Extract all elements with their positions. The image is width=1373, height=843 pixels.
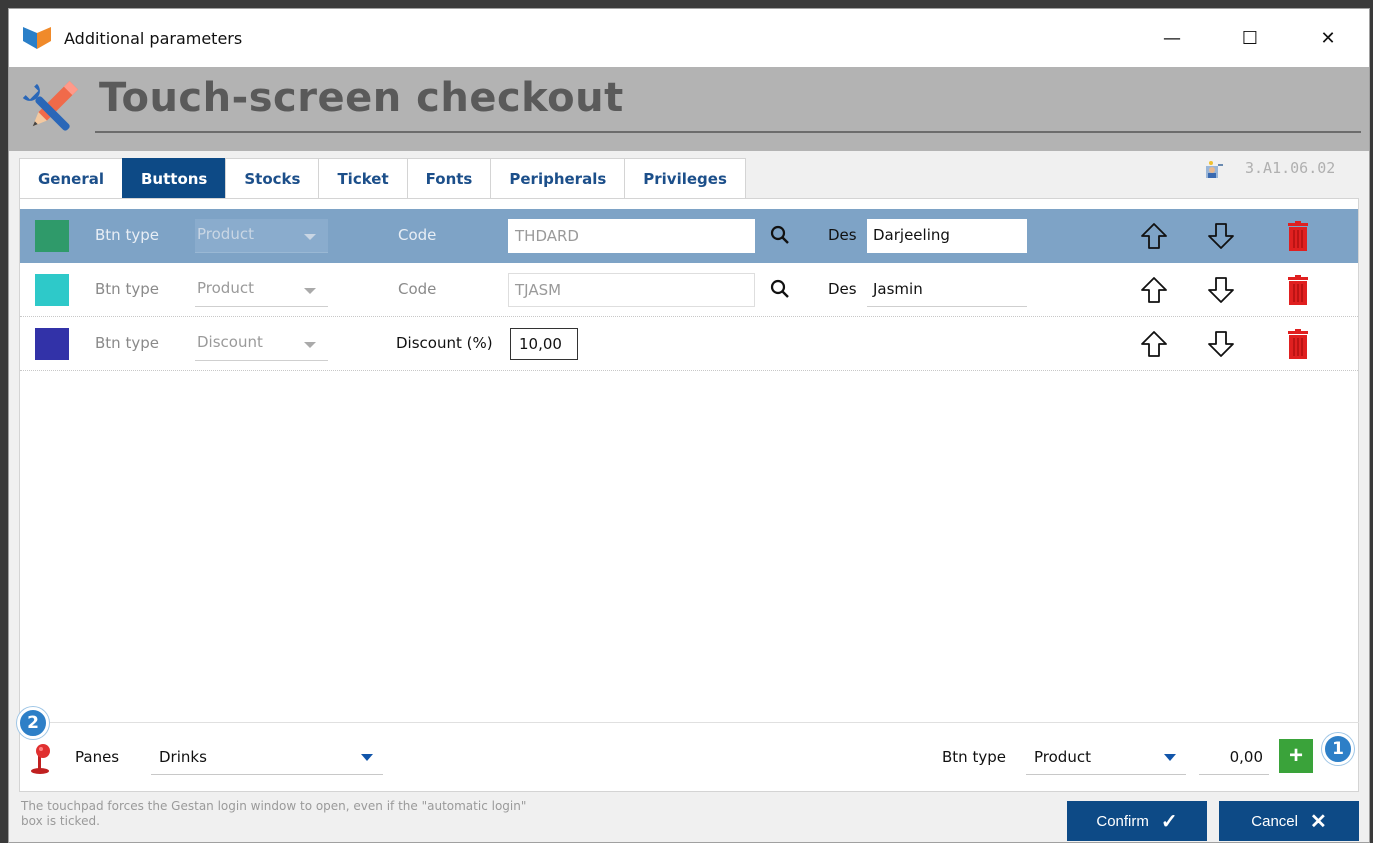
discount-label: Discount (%) <box>396 334 493 352</box>
btn-type-value: Product <box>197 225 254 243</box>
header-underline <box>95 131 1361 133</box>
des-label: Des <box>828 226 857 244</box>
tab-peripherals[interactable]: Peripherals <box>490 158 626 198</box>
new-btn-type-label: Btn type <box>942 748 1006 766</box>
btn-type-value: Product <box>197 279 254 297</box>
version-info-icon[interactable] <box>1204 160 1224 180</box>
tools-icon <box>22 81 78 131</box>
app-logo-icon <box>23 27 51 49</box>
description-input[interactable]: Jasmin <box>867 273 1027 307</box>
new-btn-type-select[interactable]: Product <box>1026 739 1186 775</box>
btn-type-select[interactable]: Product <box>195 219 328 253</box>
description-input[interactable]: Darjeeling <box>867 219 1027 253</box>
btn-type-select[interactable]: Discount <box>195 327 328 361</box>
panes-select[interactable]: Drinks <box>151 739 383 775</box>
btn-type-label: Btn type <box>95 334 159 352</box>
add-button[interactable]: + <box>1279 739 1313 773</box>
move-up-arrow-icon[interactable] <box>1139 221 1169 251</box>
color-swatch[interactable] <box>35 328 69 360</box>
pin-icon[interactable] <box>27 743 53 775</box>
checkmark-icon: ✓ <box>1160 810 1178 833</box>
color-swatch[interactable] <box>35 220 69 252</box>
tab-buttons[interactable]: Buttons <box>122 158 227 198</box>
btn-type-label: Btn type <box>95 280 159 298</box>
tab-privileges[interactable]: Privileges <box>624 158 746 198</box>
chevron-down-icon <box>304 342 316 348</box>
delete-trash-icon[interactable] <box>1286 221 1310 251</box>
des-label: Des <box>828 280 857 298</box>
discount-input[interactable]: 10,00 <box>510 328 578 360</box>
move-down-arrow-icon[interactable] <box>1206 275 1236 305</box>
callout-badge-1: 1 <box>1322 733 1354 765</box>
dialog-window: Additional parameters — ☐ ✕ Touch-screen… <box>8 8 1370 843</box>
move-up-arrow-icon[interactable] <box>1139 275 1169 305</box>
delete-trash-icon[interactable] <box>1286 329 1310 359</box>
close-window-button[interactable]: ✕ <box>1305 19 1351 57</box>
page-title: Touch-screen checkout <box>99 75 624 121</box>
chevron-down-icon <box>304 288 316 294</box>
maximize-button[interactable]: ☐ <box>1227 19 1273 57</box>
panes-value: Drinks <box>159 748 207 766</box>
tab-bar: General Buttons Stocks Ticket Fonts Peri… <box>19 158 746 198</box>
search-icon[interactable] <box>768 277 792 301</box>
close-icon: ✕ <box>1309 810 1327 833</box>
tab-stocks[interactable]: Stocks <box>225 158 320 198</box>
code-input[interactable]: THDARD <box>508 219 755 253</box>
move-down-arrow-icon[interactable] <box>1206 221 1236 251</box>
version-number: 3.A1.06.02 <box>1245 159 1336 177</box>
footnote-text: The touchpad forces the Gestan login win… <box>21 799 527 828</box>
page-header: Touch-screen checkout <box>9 67 1369 151</box>
code-input[interactable]: TJASM <box>508 273 755 307</box>
tab-ticket[interactable]: Ticket <box>318 158 408 198</box>
delete-trash-icon[interactable] <box>1286 275 1310 305</box>
title-bar: Additional parameters — ☐ ✕ <box>9 9 1369 67</box>
chevron-down-icon <box>1164 754 1176 761</box>
color-swatch[interactable] <box>35 274 69 306</box>
search-icon[interactable] <box>768 223 792 247</box>
btn-type-value: Discount <box>197 333 263 351</box>
btn-type-select[interactable]: Product <box>195 273 328 307</box>
button-row-3[interactable]: Btn type Discount Discount (%) 10,00 <box>20 317 1358 371</box>
confirm-button[interactable]: Confirm ✓ <box>1067 801 1207 841</box>
bottom-separator <box>19 722 1359 723</box>
amount-input[interactable]: 0,00 <box>1199 739 1269 775</box>
tab-general[interactable]: General <box>19 158 123 198</box>
new-btn-type-value: Product <box>1034 748 1091 766</box>
btn-type-label: Btn type <box>95 226 159 244</box>
cancel-button[interactable]: Cancel ✕ <box>1219 801 1359 841</box>
move-down-arrow-icon[interactable] <box>1206 329 1236 359</box>
callout-badge-2: 2 <box>17 707 49 739</box>
buttons-list-panel: Btn type Product Code THDARD Des Darjeel… <box>19 198 1359 792</box>
tab-fonts[interactable]: Fonts <box>406 158 492 198</box>
button-row-2[interactable]: Btn type Product Code TJASM Des Jasmin <box>20 263 1358 317</box>
move-up-arrow-icon[interactable] <box>1139 329 1169 359</box>
panes-label: Panes <box>75 748 120 766</box>
confirm-label: Confirm <box>1096 812 1149 830</box>
code-label: Code <box>398 226 437 244</box>
chevron-down-icon <box>361 754 373 761</box>
code-label: Code <box>398 280 437 298</box>
window-title: Additional parameters <box>64 29 243 48</box>
button-row-1[interactable]: Btn type Product Code THDARD Des Darjeel… <box>20 209 1358 263</box>
cancel-label: Cancel <box>1251 812 1298 830</box>
minimize-button[interactable]: — <box>1149 19 1195 57</box>
chevron-down-icon <box>304 234 316 240</box>
